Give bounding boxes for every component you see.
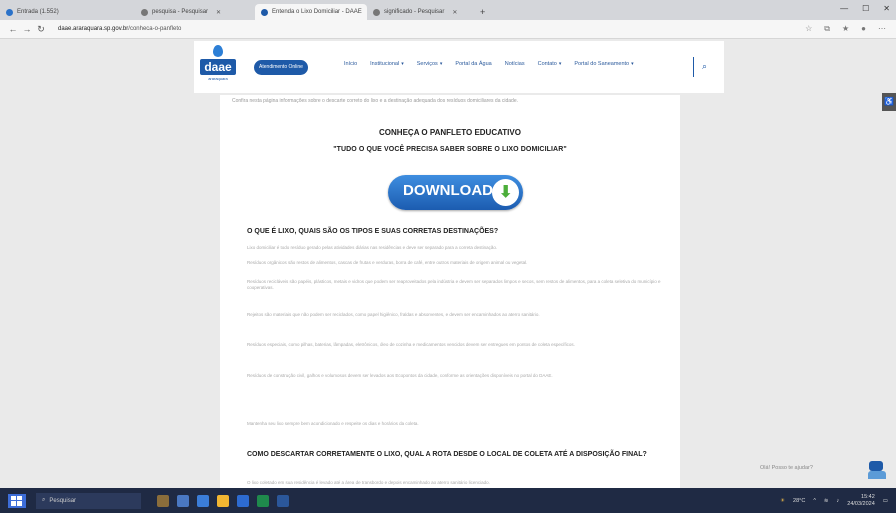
page-viewport: daae araraquara Atendimento Online Iníci… (0, 39, 896, 488)
section-title-tipos-lixo: O QUE É LIXO, QUAIS SÃO OS TIPOS E SUAS … (247, 228, 499, 235)
taskbar-search-placeholder: Pesquisar (49, 497, 77, 504)
site-header: daae araraquara Atendimento Online Iníci… (194, 41, 724, 93)
minimize-button[interactable]: — (840, 4, 848, 13)
menu-item-portal-agua[interactable]: Portal da Água (455, 61, 491, 67)
clock-time: 15:42 (861, 493, 875, 500)
volume-icon[interactable]: ♪ (837, 498, 840, 504)
file-explorer-icon[interactable] (217, 494, 229, 507)
widgets-icon[interactable] (157, 494, 169, 507)
tab-label: Entrada (1.552) (17, 9, 59, 15)
address-bar: ← → ↻ daae.araraquara.sp.gov.br/conheca-… (0, 20, 896, 39)
section-title-descarte: COMO DESCARTAR CORRETAMENTE O LIXO, QUAL… (247, 451, 647, 458)
search-icon (373, 8, 380, 16)
system-tray: ☀ 28°C ^ ≋ ♪ 15:42 24/03/2024 ▭ (780, 494, 888, 508)
panfleto-subheading: "TUDO O QUE VOCÊ PRECISA SABER SOBRE O L… (333, 146, 567, 153)
menu-item-noticias[interactable]: Notícias (505, 61, 525, 67)
chat-prompt[interactable]: Olá! Posso te ajudar? (760, 465, 813, 471)
chevron-down-icon: ▾ (558, 61, 562, 67)
notifications-icon[interactable]: ▭ (883, 498, 888, 504)
water-drop-icon (213, 45, 223, 57)
main-menu: Início Institucional ▾ Serviços ▾ Portal d… (344, 61, 634, 67)
search-icon (141, 8, 148, 16)
menu-item-portal-saneamento[interactable]: Portal do Saneamento ▾ (574, 61, 633, 67)
tab-label: pesquisa - Pesquisar (152, 9, 209, 15)
tab-label: Entenda o Lixo Domiciliar - DAAE (272, 9, 362, 15)
paragraph: Mantenha seu lixo sempre bem acondiciona… (247, 421, 419, 426)
logo-subtext: araraquara (208, 76, 228, 81)
paragraph: Resíduos especiais, como pilhas, bateria… (247, 342, 575, 347)
task-view-icon[interactable] (177, 494, 189, 507)
windows-start-icon[interactable] (8, 493, 26, 508)
intro-text: Confira nesta página informações sobre o… (232, 98, 519, 104)
paragraph: Resíduos de construção civil, galhos e v… (247, 373, 553, 378)
chat-assistant-icon[interactable] (866, 459, 888, 481)
browser-tab-active[interactable]: Entenda o Lixo Domiciliar - DAAE ✕ (255, 4, 367, 20)
menu-item-inicio[interactable]: Início (344, 61, 357, 67)
paragraph: Resíduos recicláveis são papéis, plástic… (247, 279, 661, 290)
site-favicon-icon (261, 8, 268, 16)
logo-text: daae (200, 59, 236, 75)
more-icon[interactable]: ⋯ (878, 24, 886, 34)
taskbar-apps (157, 494, 289, 507)
weather-text: 28°C (793, 497, 806, 504)
close-icon[interactable]: ✕ (452, 9, 457, 16)
tab-label: significado - Pesquisar (384, 9, 445, 15)
browser-tab[interactable]: pesquisa - Pesquisar ✕ (135, 4, 255, 20)
paragraph: Rejeitos são materiais que não podem ser… (247, 312, 540, 317)
profile-icon[interactable]: ● (861, 24, 866, 34)
paragraph: O lixo coletado em sua residência é leva… (247, 480, 490, 485)
paragraph: Resíduos orgânicos são restos de aliment… (247, 260, 528, 265)
browser-tab[interactable]: Entrada (1.552) (0, 4, 135, 20)
url-host: daae.araraquara.sp.gov.br (58, 26, 129, 32)
panfleto-heading: CONHEÇA O PANFLETO EDUCATIVO (379, 128, 521, 137)
back-icon[interactable]: ← (6, 24, 20, 34)
windows-taskbar: ⌕ Pesquisar ☀ 28°C ^ ≋ ♪ 15:42 24/03/202… (0, 488, 896, 513)
daae-logo[interactable]: daae araraquara (200, 45, 236, 87)
close-icon[interactable]: ✕ (216, 9, 221, 16)
url-field[interactable]: daae.araraquara.sp.gov.br/conheca-o-panf… (58, 26, 805, 32)
download-button[interactable]: DOWNLOAD ⬇ (388, 175, 523, 210)
maximize-button[interactable]: ☐ (862, 4, 869, 13)
article-content: Confira nesta página informações sobre o… (220, 95, 680, 488)
weather-icon[interactable]: ☀ (780, 498, 785, 504)
favorites-icon[interactable]: ★ (842, 24, 849, 34)
window-controls: — ☐ ✕ (840, 4, 890, 13)
download-label: DOWNLOAD (403, 182, 493, 199)
extensions-icon[interactable]: ⧉ (824, 24, 830, 34)
accessibility-icon[interactable]: ♿ (882, 93, 896, 111)
url-path: /conheca-o-panfleto (128, 26, 182, 32)
star-icon[interactable]: ☆ (805, 24, 812, 34)
taskbar-clock[interactable]: 15:42 24/03/2024 (847, 494, 875, 508)
address-bar-icons: ☆ ⧉ ★ ● ⋯ (805, 24, 886, 34)
wifi-icon[interactable]: ≋ (824, 498, 829, 504)
clock-date: 24/03/2024 (847, 500, 875, 507)
search-icon[interactable]: ⌕ (702, 61, 707, 72)
excel-icon[interactable] (257, 494, 269, 507)
menu-item-institucional[interactable]: Institucional ▾ (370, 61, 404, 67)
new-tab-button[interactable]: + (477, 4, 491, 20)
word-icon[interactable] (277, 494, 289, 507)
download-arrow-icon: ⬇ (492, 179, 519, 206)
edge-icon[interactable] (197, 494, 209, 507)
paragraph: Lixo domiciliar é todo resíduo gerado pe… (247, 245, 498, 250)
outlook-icon[interactable] (237, 494, 249, 507)
mail-icon (6, 8, 13, 16)
menu-item-servicos[interactable]: Serviços ▾ (417, 61, 443, 67)
reload-icon[interactable]: ↻ (34, 24, 48, 35)
forward-icon[interactable]: → (20, 24, 34, 34)
menu-item-contato[interactable]: Contato ▾ (538, 61, 562, 67)
close-window-button[interactable]: ✕ (883, 4, 890, 13)
chevron-down-icon: ▾ (401, 61, 404, 67)
search-icon: ⌕ (42, 497, 46, 503)
browser-tabstrip: Entrada (1.552) pesquisa - Pesquisar ✕ E… (0, 0, 896, 20)
menu-divider (693, 57, 694, 77)
browser-tab[interactable]: significado - Pesquisar ✕ (367, 4, 477, 20)
chevron-down-icon: ▾ (439, 61, 443, 67)
chevron-up-icon[interactable]: ^ (813, 498, 816, 504)
atendimento-online-button[interactable]: Atendimento Online (254, 60, 308, 75)
chevron-down-icon: ▾ (631, 61, 634, 67)
taskbar-search[interactable]: ⌕ Pesquisar (36, 492, 141, 509)
